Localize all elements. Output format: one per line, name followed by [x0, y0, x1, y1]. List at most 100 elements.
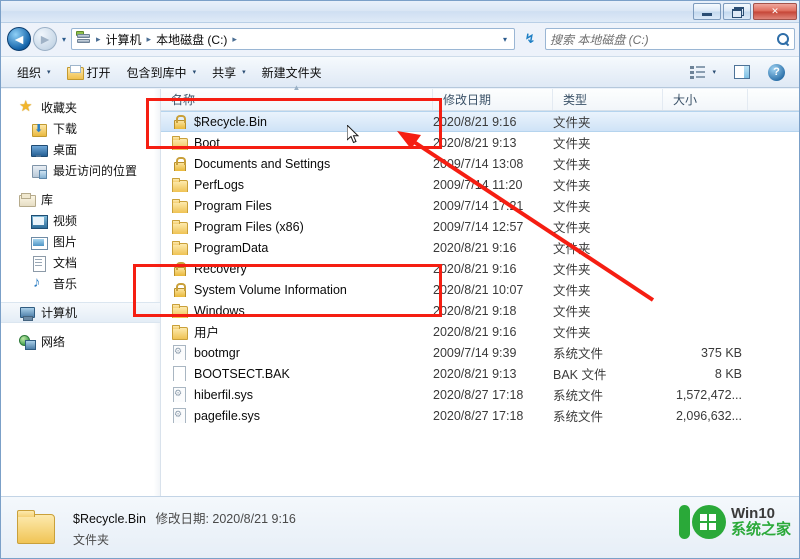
logo-digit-one [678, 505, 690, 539]
sidebar-item-libraries[interactable]: 库 [1, 189, 160, 210]
file-date-cell: 2009/7/14 17:21 [433, 198, 524, 213]
computer-icon [19, 305, 35, 321]
sidebar-label: 图片 [53, 235, 78, 249]
file-size-cell: 375 KB [700, 345, 742, 360]
file-name-cell: System Volume Information [161, 282, 433, 297]
table-row[interactable]: hiberfil.sys 2020/8/27 17:18 系统文件 1,572,472… [161, 384, 799, 405]
back-button[interactable]: ◄ [7, 27, 31, 51]
include-in-library-button[interactable]: 包含到库中 ▾ [119, 61, 205, 84]
breadcrumb-separator: ▸ [96, 33, 101, 44]
change-view-button[interactable]: ▾ [682, 62, 724, 82]
sidebar-item-pictures[interactable]: 图片 [1, 231, 160, 252]
search-icon [776, 32, 790, 46]
column-header-date[interactable]: 修改日期 [433, 89, 553, 110]
file-type-cell: 文件夹 [553, 179, 591, 193]
table-row[interactable]: Program Files 2009/7/14 17:21 文件夹 [161, 195, 799, 216]
folder-large-icon [15, 509, 59, 547]
table-row[interactable]: ProgramData 2020/8/21 9:16 文件夹 [161, 237, 799, 258]
file-date-cell: 2009/7/14 12:57 [433, 219, 524, 234]
file-size-cell: 8 KB [714, 366, 742, 381]
file-rows: $Recycle.Bin 2020/8/21 9:16 文件夹 Boot 2020/8/… [161, 111, 799, 426]
address-bar[interactable]: ▸ 计算机 ▸ 本地磁盘 (C:) ▸ ▾ [71, 28, 515, 50]
file-name-cell: Program Files (x86) [161, 219, 433, 234]
sidebar-label: 计算机 [41, 306, 78, 320]
sidebar-item-recent-places[interactable]: 最近访问的位置 [1, 160, 160, 181]
help-button[interactable]: ? [760, 61, 793, 84]
folder-icon [171, 135, 188, 150]
file-date-cell: 2020/8/21 9:18 [433, 303, 517, 318]
new-folder-button[interactable]: 新建文件夹 [254, 61, 330, 84]
organize-label: 组织 [17, 65, 42, 80]
file-name-cell: Boot [161, 135, 433, 150]
column-header-label: 类型 [563, 93, 588, 107]
refresh-button[interactable]: ↯ [519, 28, 541, 50]
sidebar-label: 桌面 [53, 143, 78, 157]
table-row[interactable]: BOOTSECT.BAK 2020/8/21 9:13 BAK 文件 8 KB [161, 363, 799, 384]
table-row[interactable]: Program Files (x86) 2009/7/14 12:57 文件夹 [161, 216, 799, 237]
file-name-label: 用户 [194, 326, 220, 340]
file-date-cell: 2020/8/21 9:13 [433, 135, 517, 150]
file-date-cell: 2020/8/27 17:18 [433, 387, 524, 402]
column-header-name[interactable]: ▲ 名称 [161, 83, 433, 110]
table-row[interactable]: Documents and Settings 2009/7/14 13:08 文件夹 [161, 153, 799, 174]
file-date-cell: 2009/7/14 13:08 [433, 156, 524, 171]
back-arrow-icon: ◄ [12, 31, 26, 47]
sidebar-item-favorites[interactable]: 收藏夹 [1, 97, 160, 118]
sidebar-item-videos[interactable]: 视频 [1, 210, 160, 231]
explorer-body: 收藏夹 下载 桌面 最近访问的位置 库 [1, 83, 799, 496]
preview-pane-button[interactable] [726, 62, 758, 82]
system-file-icon [171, 408, 187, 423]
column-header-size[interactable]: 大小 [663, 89, 748, 110]
recent-pages-button[interactable]: ▾ [57, 27, 71, 51]
table-row[interactable]: Windows 2020/8/21 9:18 文件夹 [161, 300, 799, 321]
restore-button[interactable] [723, 3, 751, 20]
locked-folder-icon [171, 261, 187, 276]
sidebar-item-documents[interactable]: 文档 [1, 252, 160, 273]
forward-button[interactable]: ► [33, 27, 57, 51]
locked-folder-icon [171, 282, 187, 297]
column-header-type[interactable]: 类型 [553, 89, 663, 110]
sidebar-item-desktop[interactable]: 桌面 [1, 139, 160, 160]
folder-icon [171, 219, 188, 234]
table-row[interactable]: pagefile.sys 2020/8/27 17:18 系统文件 2,096,632… [161, 405, 799, 426]
breadcrumb-computer[interactable]: 计算机 [103, 31, 145, 48]
file-type-cell: 系统文件 [553, 410, 604, 424]
forward-arrow-icon: ► [38, 31, 52, 47]
sidebar-item-downloads[interactable]: 下载 [1, 118, 160, 139]
documents-icon [31, 255, 47, 272]
organize-button[interactable]: 组织 ▾ [9, 61, 59, 84]
folder-icon [171, 198, 188, 213]
sidebar-item-network[interactable]: 网络 [1, 331, 160, 352]
table-row[interactable]: Recovery 2020/8/21 9:16 文件夹 [161, 258, 799, 279]
table-row[interactable]: System Volume Information 2020/8/21 10:07… [161, 279, 799, 300]
file-type-cell: BAK 文件 [553, 368, 607, 382]
breadcrumb-local-disk-c[interactable]: 本地磁盘 (C:) [153, 31, 230, 48]
table-row[interactable]: PerfLogs 2009/7/14 11:20 文件夹 [161, 174, 799, 195]
breadcrumb-separator[interactable]: ▸ [145, 34, 154, 45]
file-size-cell: 2,096,632... [675, 408, 742, 423]
open-label: 打开 [86, 65, 111, 80]
table-row[interactable]: 用户 2020/8/21 9:16 文件夹 [161, 321, 799, 342]
column-header-label: 修改日期 [443, 93, 492, 107]
sidebar-item-music[interactable]: 音乐 [1, 273, 160, 294]
breadcrumb-separator[interactable]: ▸ [230, 34, 239, 45]
file-type-cell: 文件夹 [553, 158, 591, 172]
share-button[interactable]: 共享 ▾ [204, 61, 254, 84]
chevron-down-icon: ▾ [192, 69, 197, 76]
search-input-placeholder[interactable]: 搜索 本地磁盘 (C:) [550, 31, 776, 48]
file-date-cell: 2020/8/21 9:16 [433, 261, 517, 276]
sidebar-item-computer[interactable]: 计算机 [1, 302, 160, 323]
minimize-button[interactable] [693, 3, 721, 20]
status-item-type: 文件夹 [73, 533, 110, 547]
address-dropdown-icon[interactable]: ▾ [498, 35, 512, 44]
table-row[interactable]: bootmgr 2009/7/14 9:39 系统文件 375 KB [161, 342, 799, 363]
open-button[interactable]: 打开 [59, 61, 119, 84]
close-button[interactable]: ✕ [753, 3, 797, 20]
search-box[interactable]: 搜索 本地磁盘 (C:) [545, 28, 795, 50]
file-type-cell: 文件夹 [553, 263, 591, 277]
table-row[interactable]: Boot 2020/8/21 9:13 文件夹 [161, 132, 799, 153]
table-row[interactable]: $Recycle.Bin 2020/8/21 9:16 文件夹 [161, 111, 799, 132]
folder-icon [171, 324, 188, 340]
sort-ascending-icon: ▲ [292, 83, 301, 92]
file-explorer-window: ✕ ◄ ► ▾ ▸ 计算机 ▸ 本地磁盘 (C:) ▸ ▾ ↯ 搜索 本地磁盘 … [0, 0, 800, 559]
